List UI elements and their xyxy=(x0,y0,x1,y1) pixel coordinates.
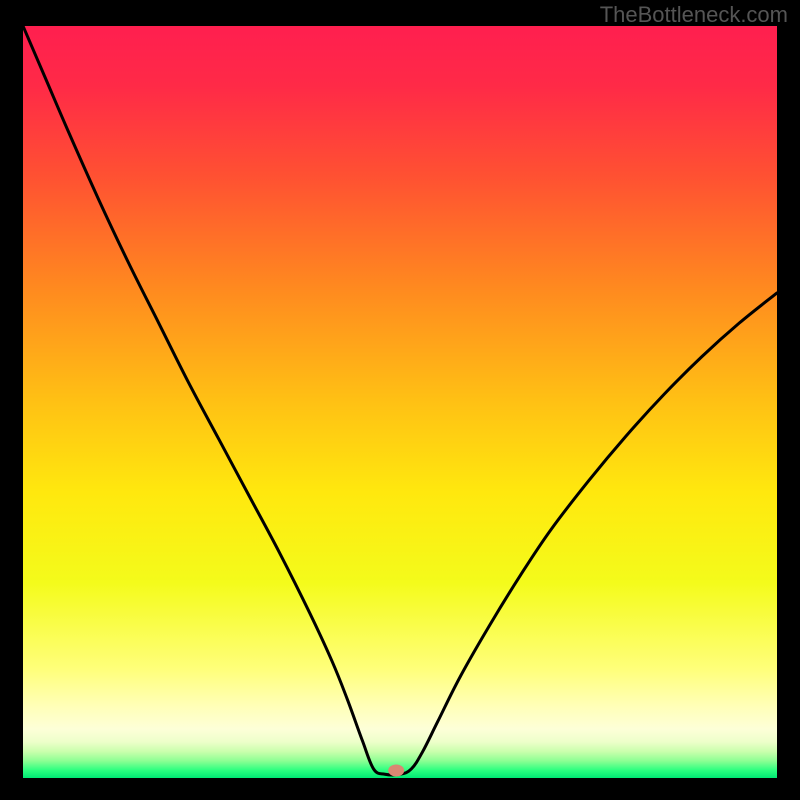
chart-svg xyxy=(23,26,777,778)
chart-container: TheBottleneck.com xyxy=(0,0,800,800)
optimum-marker xyxy=(388,764,404,776)
plot-area xyxy=(23,26,777,778)
attribution-text: TheBottleneck.com xyxy=(600,2,788,28)
